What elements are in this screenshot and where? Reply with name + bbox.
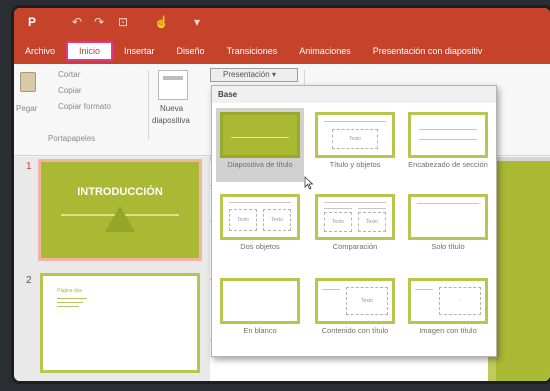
layout-dropdown-label: Presentación xyxy=(223,70,270,79)
copy-button[interactable]: Copiar xyxy=(58,86,82,95)
layout-label: Solo título xyxy=(431,242,465,251)
powerpoint-window: P ↶ ↷ ⊡ ☝ ▾ Archivo Inicio Insertar Dise… xyxy=(14,8,550,381)
layout-comparison[interactable]: Texto Texto Comparación xyxy=(311,190,399,264)
slide-thumbnail-2[interactable]: Página dos xyxy=(40,273,200,373)
layout-label: Comparación xyxy=(332,242,378,251)
undo-icon[interactable]: ↶ xyxy=(72,15,82,29)
layout-thumb: Texto Texto xyxy=(220,194,300,240)
layout-dropdown[interactable]: Presentación ▾ xyxy=(210,68,298,82)
layout-label: En blanco xyxy=(243,326,277,335)
cut-button[interactable]: Cortar xyxy=(58,70,80,79)
tab-diseno[interactable]: Diseño xyxy=(166,41,216,61)
text-bar xyxy=(419,139,477,140)
slide-title: INTRODUCCIÓN xyxy=(77,186,163,198)
new-slide-label-2: diapositiva xyxy=(152,116,190,125)
layout-thumb: Texto Texto xyxy=(315,194,395,240)
content-placeholder: Texto xyxy=(263,209,291,231)
paste-button[interactable] xyxy=(16,68,42,108)
ribbon-tabs: Archivo Inicio Insertar Diseño Transicio… xyxy=(14,38,550,64)
redo-icon[interactable]: ↷ xyxy=(94,15,104,29)
quick-access-toolbar: P ↶ ↷ ⊡ ☝ ▾ xyxy=(14,8,550,38)
paste-label: Pegar xyxy=(16,104,38,113)
slide-thumbnail-1[interactable]: INTRODUCCIÓN xyxy=(38,159,202,261)
heading-bar xyxy=(324,208,352,209)
clipboard-group-label: Portapapeles xyxy=(48,134,96,143)
title-bar xyxy=(415,289,433,290)
tab-archivo[interactable]: Archivo xyxy=(14,41,66,61)
layout-content-caption[interactable]: Texto Contenido con título xyxy=(311,274,399,348)
content-placeholder: Texto xyxy=(324,212,352,232)
slideshow-icon[interactable]: ⊡ xyxy=(118,15,128,29)
slide-number: 1 xyxy=(26,161,32,172)
tab-insertar[interactable]: Insertar xyxy=(113,41,166,61)
format-painter-button[interactable]: Copiar formato xyxy=(58,102,111,111)
layout-gallery: Base Diapositiva de título Texto Título … xyxy=(211,85,497,357)
new-slide-label: Nueva xyxy=(160,104,184,113)
layout-picture-caption[interactable]: ▫ Imagen con título xyxy=(404,274,492,348)
layout-thumb xyxy=(220,112,300,158)
title-bar xyxy=(324,202,386,203)
content-placeholder: Texto xyxy=(346,287,388,315)
title-bar xyxy=(322,289,340,290)
app-icon: P xyxy=(28,15,37,29)
title-bar xyxy=(419,129,477,130)
heading-bar xyxy=(358,208,386,209)
text-line xyxy=(57,298,87,299)
tab-transiciones[interactable]: Transiciones xyxy=(216,41,289,61)
layout-label: Contenido con título xyxy=(321,326,389,335)
title-bar xyxy=(231,137,289,138)
slide-number: 2 xyxy=(26,275,32,286)
layout-two-content[interactable]: Texto Texto Dos objetos xyxy=(216,190,304,264)
slide-green-band xyxy=(488,161,550,381)
layout-section-header[interactable]: Encabezado de sección xyxy=(404,108,492,182)
layout-label: Título y objetos xyxy=(329,160,381,169)
layout-label: Encabezado de sección xyxy=(408,160,488,169)
title-bar xyxy=(324,121,386,122)
slide-title: Página dos xyxy=(57,288,83,294)
layout-thumb: Texto xyxy=(315,112,395,158)
layout-thumb xyxy=(220,278,300,324)
layout-thumb xyxy=(408,112,488,158)
gallery-header: Base xyxy=(212,86,496,103)
slide-thumbnails-pane[interactable]: 1 INTRODUCCIÓN 2 Página dos xyxy=(14,157,210,381)
layout-label: Imagen con título xyxy=(419,326,477,335)
layout-blank[interactable]: En blanco xyxy=(216,274,304,348)
text-line xyxy=(57,306,79,307)
clipboard-icon xyxy=(20,72,36,92)
layout-thumb: Texto xyxy=(315,278,395,324)
title-bar xyxy=(229,202,291,203)
touch-mode-icon[interactable]: ☝ xyxy=(154,15,169,29)
content-placeholder: Texto xyxy=(229,209,257,231)
layout-label: Dos objetos xyxy=(240,242,280,251)
layout-label: Diapositiva de título xyxy=(227,160,293,169)
group-divider xyxy=(148,70,149,140)
layout-thumb: ▫ xyxy=(408,278,488,324)
tab-animaciones[interactable]: Animaciones xyxy=(288,41,362,61)
chevron-down-icon: ▾ xyxy=(271,70,276,79)
tab-presentacion[interactable]: Presentación con diapositiv xyxy=(362,41,494,61)
mouse-pointer-icon xyxy=(304,176,314,190)
new-slide-button[interactable] xyxy=(158,70,188,100)
content-placeholder: Texto xyxy=(358,212,386,232)
layout-thumb xyxy=(408,194,488,240)
content-placeholder: Texto xyxy=(332,129,378,149)
layout-title-only[interactable]: Solo título xyxy=(404,190,492,264)
title-bar xyxy=(417,203,479,204)
picture-placeholder: ▫ xyxy=(439,287,481,315)
layout-title-slide[interactable]: Diapositiva de título xyxy=(216,108,304,182)
layout-title-content[interactable]: Texto Título y objetos xyxy=(311,108,399,182)
tab-inicio[interactable]: Inicio xyxy=(66,41,114,61)
text-line xyxy=(57,302,83,303)
triangle-shape xyxy=(105,206,135,232)
customize-toolbar-icon[interactable]: ▾ xyxy=(194,15,200,29)
